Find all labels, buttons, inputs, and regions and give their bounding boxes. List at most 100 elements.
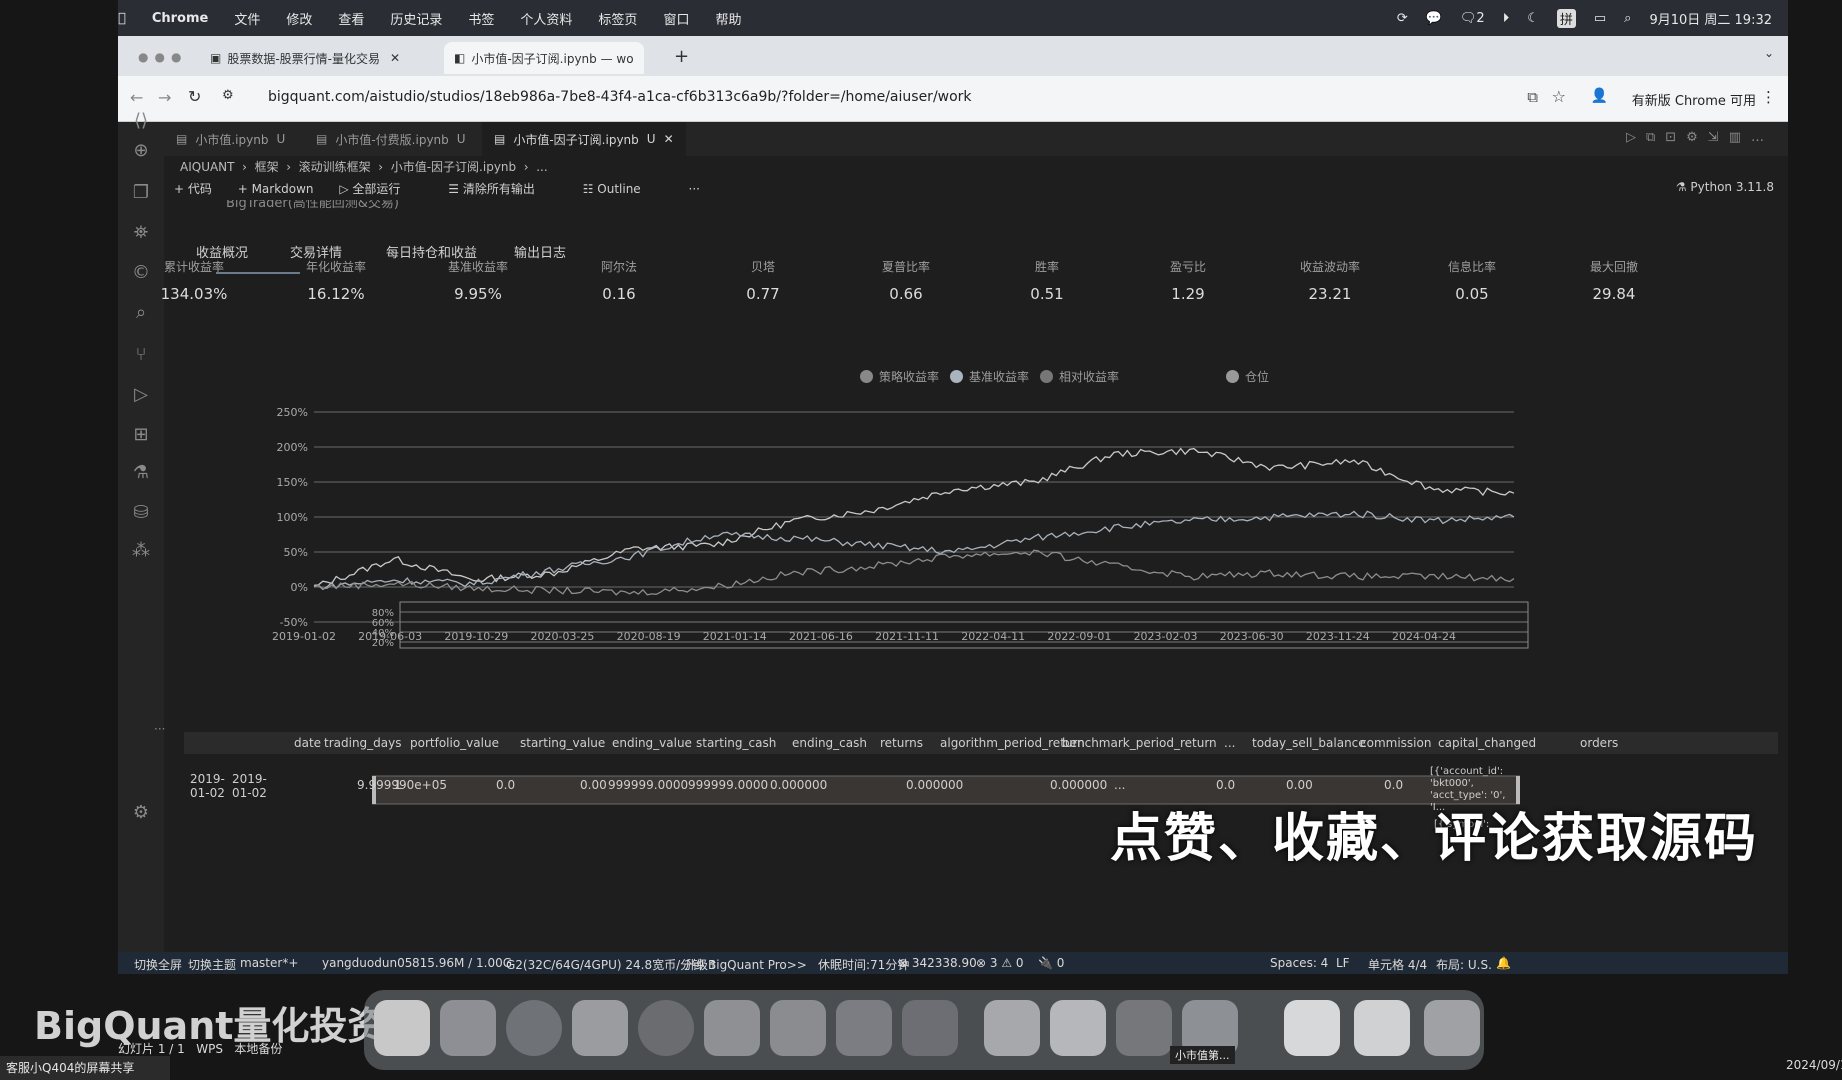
- legend-benchmark[interactable]: 基准收益率: [950, 368, 1029, 385]
- bell-icon[interactable]: 🔔: [1496, 956, 1511, 970]
- status-item[interactable]: 休眠时间:71分钟: [818, 956, 909, 973]
- column-header[interactable]: ending_cash: [792, 736, 867, 750]
- extensions-icon[interactable]: ⊞: [130, 424, 152, 446]
- column-header[interactable]: capital_changed: [1438, 736, 1536, 750]
- menu-help[interactable]: 帮助: [715, 9, 741, 28]
- run-all-button[interactable]: ▷ 全部运行: [339, 182, 422, 196]
- wechat-icon[interactable]: 💬: [1426, 11, 1442, 26]
- flask-icon[interactable]: ⚗: [130, 462, 152, 484]
- legend-position[interactable]: 仓位: [1226, 368, 1269, 385]
- add-markdown-button[interactable]: + Markdown: [238, 182, 314, 196]
- profile-icon[interactable]: 👤: [1591, 88, 1608, 104]
- menu-chrome[interactable]: Chrome: [152, 11, 209, 26]
- legend-strategy[interactable]: 策略收益率: [860, 368, 939, 385]
- column-header[interactable]: date: [294, 736, 321, 750]
- dock-app-finder-icon[interactable]: [374, 1000, 430, 1056]
- menu-edit[interactable]: 修改: [286, 9, 312, 28]
- status-item-right[interactable]: LF: [1336, 956, 1350, 970]
- search-icon[interactable]: ⌕: [130, 302, 152, 324]
- crumb-aiquant[interactable]: AIQUANT: [180, 160, 235, 174]
- ime-indicator[interactable]: 拼: [1556, 8, 1576, 28]
- column-header[interactable]: returns: [880, 736, 923, 750]
- column-header[interactable]: benchmark_period_return: [1062, 736, 1217, 750]
- install-icon[interactable]: ⧉: [1527, 88, 1538, 106]
- status-item[interactable]: master*+: [240, 956, 298, 970]
- column-header[interactable]: commission: [1360, 736, 1431, 750]
- menu-window[interactable]: 窗口: [663, 9, 689, 28]
- column-header[interactable]: portfolio_value: [410, 736, 499, 750]
- dock-app-launchpad-icon[interactable]: [440, 1000, 496, 1056]
- column-header[interactable]: orders: [1580, 736, 1618, 750]
- dock-app-settings-icon[interactable]: [638, 1000, 694, 1056]
- backup-label[interactable]: 本地备份: [234, 1042, 282, 1056]
- status-item[interactable]: ⊗ 342338.90: [898, 956, 977, 970]
- run-debug-icon[interactable]: ▷: [130, 384, 152, 406]
- explorer-icon[interactable]: ❐: [130, 182, 152, 204]
- legend-relative[interactable]: 相对收益率: [1040, 368, 1119, 385]
- menu-view[interactable]: 查看: [338, 9, 364, 28]
- logo-icon[interactable]: ⟨⟩: [130, 110, 152, 132]
- crumb-rolling[interactable]: 滚动训练框架: [299, 160, 371, 174]
- status-item-right[interactable]: Spaces: 4: [1270, 956, 1328, 970]
- status-item[interactable]: 升级BigQuant Pro>>: [684, 956, 807, 973]
- kebab-menu-icon[interactable]: ⋮: [1761, 88, 1776, 106]
- cell-gutter-ellipsis[interactable]: ···: [154, 722, 165, 736]
- dock-app-wechat-icon[interactable]: [704, 1000, 760, 1056]
- menu-file[interactable]: 文件: [234, 9, 260, 28]
- status-item[interactable]: 🔌 0: [1038, 956, 1064, 970]
- new-tab-icon[interactable]: +: [674, 46, 689, 67]
- dock-app-cards-icon[interactable]: [902, 1000, 958, 1056]
- status-item-right[interactable]: 单元格 4/4: [1368, 956, 1427, 973]
- sync-icon[interactable]: ⟳: [1397, 11, 1408, 26]
- menu-profiles[interactable]: 个人资料: [520, 9, 572, 28]
- outline-button[interactable]: ☷ Outline: [583, 182, 663, 196]
- more-button[interactable]: ···: [689, 182, 700, 196]
- back-icon[interactable]: ←: [130, 88, 143, 107]
- cluster-icon[interactable]: ⁂: [130, 540, 152, 562]
- dock-app-music-icon[interactable]: [836, 1000, 892, 1056]
- dock-app-qq-icon[interactable]: [770, 1000, 826, 1056]
- column-header[interactable]: starting_cash: [696, 736, 776, 750]
- status-item[interactable]: ⊗ 3 ⚠ 0: [976, 956, 1024, 970]
- forward-icon[interactable]: →: [158, 88, 171, 107]
- dock-app-wps-icon[interactable]: [1050, 1000, 1106, 1056]
- search-icon[interactable]: ⌕: [1624, 11, 1631, 26]
- add-icon[interactable]: ⊕: [130, 140, 152, 162]
- wps-label[interactable]: WPS: [196, 1042, 223, 1056]
- column-header[interactable]: starting_value: [520, 736, 605, 750]
- apple-icon[interactable]: : [118, 11, 126, 26]
- editor-tab-paid[interactable]: ▤ 小市值-付费版.ipynb U: [304, 122, 478, 156]
- column-header[interactable]: trading_days: [324, 736, 402, 750]
- column-header[interactable]: ...: [1224, 736, 1235, 750]
- menu-tabs[interactable]: 标签页: [598, 9, 637, 28]
- editor-actions[interactable]: ▷⧉⊡⚙⇲▥…: [1626, 130, 1774, 145]
- bookmark-star-icon[interactable]: ☆: [1552, 87, 1566, 106]
- screen-share-banner[interactable]: 客服小Q404的屏幕共享: [0, 1056, 170, 1080]
- menu-bookmarks[interactable]: 书签: [468, 9, 494, 28]
- status-item[interactable]: 815.96M / 1.00G: [412, 956, 512, 970]
- dock-folder-icon[interactable]: [1284, 1000, 1340, 1056]
- close-icon[interactable]: ✕: [390, 51, 400, 65]
- chat-icon[interactable]: 🗨2: [1460, 11, 1485, 26]
- clock[interactable]: 9月10日 周二 19:32: [1649, 9, 1772, 28]
- dock-app-preview-icon[interactable]: [1116, 1000, 1172, 1056]
- dock-app-feishu-icon[interactable]: [984, 1000, 1040, 1056]
- series-line-3[interactable]: [313, 549, 1515, 596]
- database-icon[interactable]: ⛁: [130, 502, 152, 524]
- menu-history[interactable]: 历史记录: [390, 9, 442, 28]
- traffic-lights[interactable]: ●●●: [138, 50, 187, 64]
- battery-icon[interactable]: ▭: [1594, 11, 1606, 26]
- dock-app-chrome-icon[interactable]: [506, 1000, 562, 1056]
- clear-outputs-button[interactable]: ☰ 清除所有输出: [448, 182, 557, 196]
- crumb-more[interactable]: ...: [536, 160, 547, 174]
- tab-search-icon[interactable]: ⌄: [1764, 46, 1774, 60]
- crumb-framework[interactable]: 框架: [255, 160, 279, 174]
- address-input[interactable]: bigquant.com/aistudio/studios/18eb986a-7…: [268, 89, 972, 105]
- tree-icon[interactable]: ⛯: [130, 222, 152, 244]
- status-item-right[interactable]: 布局: U.S.: [1436, 956, 1492, 973]
- play-icon[interactable]: ⏵: [1503, 11, 1510, 26]
- dock-trash-icon[interactable]: [1424, 1000, 1480, 1056]
- status-item[interactable]: 切换全屏: [134, 956, 182, 973]
- chrome-tab-notebook[interactable]: ◧ 小市值-因子订阅.ipynb — wo ✕: [444, 42, 644, 74]
- site-info-icon[interactable]: ⚙: [222, 88, 234, 103]
